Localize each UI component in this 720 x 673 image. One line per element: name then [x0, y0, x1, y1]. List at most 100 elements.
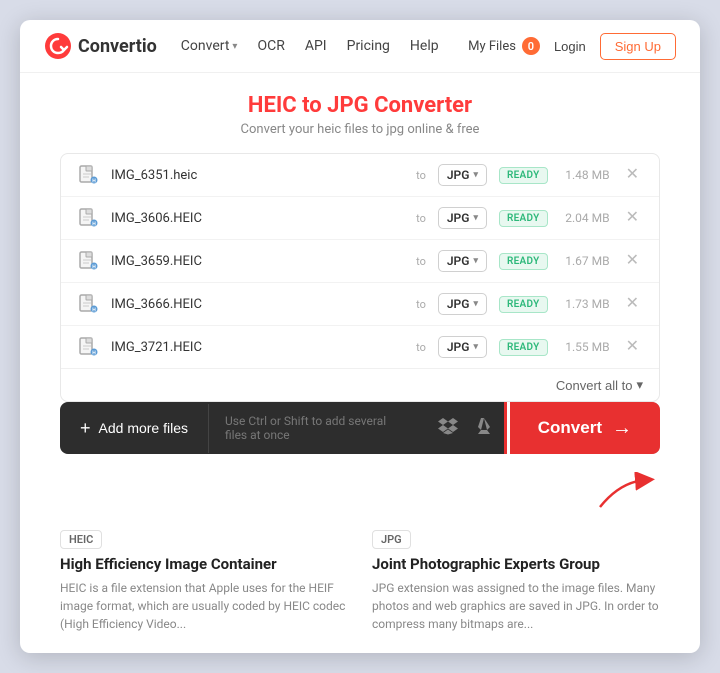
svg-text:H: H	[92, 308, 96, 314]
format-value: JPG	[447, 254, 470, 268]
table-row: H IMG_3666.HEIC to JPG ▾ READY 1.73 MB ✕	[61, 283, 659, 326]
dropbox-icon[interactable]	[438, 416, 458, 441]
file-name: IMG_3666.HEIC	[111, 297, 404, 312]
file-name: IMG_3659.HEIC	[111, 254, 404, 269]
status-badge: READY	[499, 167, 548, 184]
format-value: JPG	[447, 168, 470, 182]
file-icon: H	[77, 336, 99, 358]
drop-hint: Use Ctrl or Shift to add several files a…	[209, 414, 422, 442]
file-size: 1.48 MB	[560, 168, 610, 182]
status-badge: READY	[499, 339, 548, 356]
convert-all-row: Convert all to ▾	[61, 368, 659, 401]
signup-button[interactable]: Sign Up	[600, 33, 676, 60]
info-section: HEIC High Efficiency Image Container HEI…	[20, 512, 700, 653]
heic-description: HEIC is a file extension that Apple uses…	[60, 579, 348, 633]
file-icon: H	[77, 207, 99, 229]
navbar: Convertio Convert ▾ OCR API Pricing Help…	[20, 20, 700, 73]
svg-text:H: H	[92, 179, 96, 185]
arrow-annotation	[20, 472, 700, 512]
format-value: JPG	[447, 211, 470, 225]
chevron-down-icon: ▾	[473, 170, 478, 180]
status-badge: READY	[499, 296, 548, 313]
logo-text: Convertio	[78, 36, 157, 57]
chevron-down-icon: ▾	[473, 342, 478, 352]
table-row: H IMG_3721.HEIC to JPG ▾ READY 1.55 MB ✕	[61, 326, 659, 368]
remove-file-button[interactable]: ✕	[622, 210, 643, 226]
chevron-down-icon: ▾	[473, 256, 478, 266]
status-badge: READY	[499, 253, 548, 270]
heic-tag: HEIC	[60, 530, 102, 549]
file-size: 2.04 MB	[560, 211, 610, 225]
page-title: HEIC to JPG Converter	[60, 93, 660, 118]
svg-text:H: H	[92, 265, 96, 271]
format-select[interactable]: JPG ▾	[438, 336, 487, 358]
table-row: H IMG_3606.HEIC to JPG ▾ READY 2.04 MB ✕	[61, 197, 659, 240]
file-icon: H	[77, 164, 99, 186]
login-button[interactable]: Login	[554, 39, 586, 54]
chevron-down-icon: ▾	[232, 41, 237, 52]
page-subtitle: Convert your heic files to jpg online & …	[60, 122, 660, 137]
my-files-badge: 0	[522, 37, 540, 55]
to-label: to	[416, 212, 426, 225]
to-label: to	[416, 255, 426, 268]
jpg-title: Joint Photographic Experts Group	[372, 555, 660, 573]
chevron-down-icon: ▾	[473, 299, 478, 309]
info-card-heic: HEIC High Efficiency Image Container HEI…	[60, 528, 348, 633]
main-content: HEIC to JPG Converter Convert your heic …	[20, 73, 700, 474]
nav-help[interactable]: Help	[410, 38, 439, 54]
format-select[interactable]: JPG ▾	[438, 207, 487, 229]
remove-file-button[interactable]: ✕	[622, 296, 643, 312]
add-files-button[interactable]: + Add more files	[60, 404, 209, 453]
remove-file-button[interactable]: ✕	[622, 339, 643, 355]
file-icon: H	[77, 293, 99, 315]
bottom-toolbar: + Add more files Use Ctrl or Shift to ad…	[60, 402, 660, 454]
my-files-button[interactable]: My Files 0	[468, 37, 540, 55]
jpg-description: JPG extension was assigned to the image …	[372, 579, 660, 633]
file-size: 1.73 MB	[560, 297, 610, 311]
file-name: IMG_3721.HEIC	[111, 340, 404, 355]
browser-window: Convertio Convert ▾ OCR API Pricing Help…	[20, 20, 700, 653]
status-badge: READY	[499, 210, 548, 227]
to-label: to	[416, 298, 426, 311]
table-row: H IMG_6351.heic to JPG ▾ READY 1.48 MB ✕	[61, 154, 659, 197]
format-select[interactable]: JPG ▾	[438, 293, 487, 315]
red-arrow-svg	[580, 472, 660, 512]
logo-icon	[44, 32, 72, 60]
arrow-right-icon: →	[612, 417, 632, 440]
file-size: 1.67 MB	[560, 254, 610, 268]
chevron-down-icon: ▾	[636, 377, 643, 393]
heic-title: High Efficiency Image Container	[60, 555, 348, 573]
svg-text:H: H	[92, 351, 96, 357]
remove-file-button[interactable]: ✕	[622, 253, 643, 269]
nav-convert[interactable]: Convert ▾	[181, 38, 238, 54]
nav-pricing[interactable]: Pricing	[347, 38, 390, 54]
remove-file-button[interactable]: ✕	[622, 167, 643, 183]
format-select[interactable]: JPG ▾	[438, 164, 487, 186]
format-value: JPG	[447, 297, 470, 311]
file-name: IMG_3606.HEIC	[111, 211, 404, 226]
jpg-tag: JPG	[372, 530, 411, 549]
file-name: IMG_6351.heic	[111, 168, 404, 183]
nav-links: Convert ▾ OCR API Pricing Help	[181, 38, 444, 54]
format-value: JPG	[447, 340, 470, 354]
toolbar-icons	[422, 416, 510, 441]
to-label: to	[416, 341, 426, 354]
to-label: to	[416, 169, 426, 182]
svg-text:H: H	[92, 222, 96, 228]
info-card-jpg: JPG Joint Photographic Experts Group JPG…	[372, 528, 660, 633]
file-list: H IMG_6351.heic to JPG ▾ READY 1.48 MB ✕	[60, 153, 660, 402]
nav-ocr[interactable]: OCR	[257, 38, 284, 54]
file-size: 1.55 MB	[560, 340, 610, 354]
file-rows: H IMG_6351.heic to JPG ▾ READY 1.48 MB ✕	[61, 154, 659, 368]
convert-button[interactable]: Convert →	[510, 402, 660, 454]
google-drive-icon[interactable]	[474, 416, 494, 441]
logo[interactable]: Convertio	[44, 32, 157, 60]
format-select[interactable]: JPG ▾	[438, 250, 487, 272]
table-row: H IMG_3659.HEIC to JPG ▾ READY 1.67 MB ✕	[61, 240, 659, 283]
convert-all-button[interactable]: Convert all to ▾	[556, 377, 643, 393]
file-icon: H	[77, 250, 99, 272]
chevron-down-icon: ▾	[473, 213, 478, 223]
nav-right: My Files 0 Login Sign Up	[468, 33, 676, 60]
nav-api[interactable]: API	[305, 38, 327, 54]
plus-icon: +	[80, 418, 91, 439]
